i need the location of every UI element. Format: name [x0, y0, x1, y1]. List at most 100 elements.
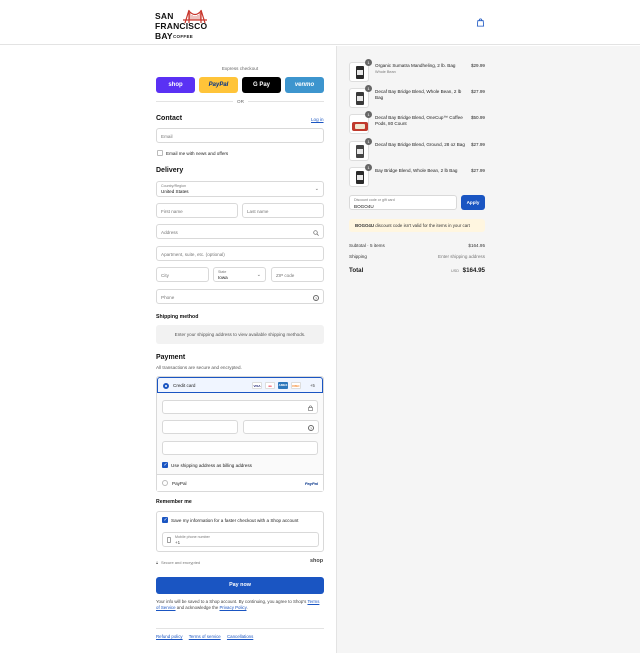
legal-text-2: and acknowledge the — [176, 605, 219, 610]
footer-links: Refund policy Terms of service Cancellat… — [156, 634, 258, 639]
first-name-placeholder: First name — [161, 209, 183, 214]
quantity-badge: 1 — [365, 164, 372, 171]
cart-item: 1 Decaf Bay Bridge Blend, Whole Bean, 2 … — [349, 85, 485, 110]
lock-icon: 🔒︎ — [156, 560, 159, 565]
state-select[interactable]: State Iowa ⌄ — [213, 267, 266, 282]
item-variant: Whole Bean — [375, 70, 396, 74]
delivery-title: Delivery — [156, 167, 184, 174]
paypal-label: PayPal — [172, 480, 187, 486]
venmo-button[interactable]: venmo — [285, 77, 324, 93]
bridge-icon — [183, 9, 207, 24]
first-name-field[interactable]: First name — [156, 203, 238, 218]
shipping-method-title: Shipping method — [156, 314, 199, 320]
city-placeholder: City — [161, 273, 169, 278]
apartment-placeholder: Apartment, suite, etc. (optional) — [161, 252, 225, 257]
legal-text-1: Your info will be saved to a Shop accoun… — [156, 599, 307, 604]
subtotal-label: Subtotal · 5 items — [349, 243, 385, 248]
cancellations-link[interactable]: Cancellations — [227, 634, 253, 639]
help-icon[interactable]: ? — [313, 294, 319, 301]
google-pay-button[interactable]: G Pay — [242, 77, 281, 93]
remember-me-box: Save my information for a faster checkou… — [156, 511, 324, 552]
logo-line-3: BAY — [155, 31, 173, 41]
security-code-field[interactable]: ? — [243, 420, 319, 434]
visa-icon: VISA — [252, 382, 262, 389]
header: SAN FRANCISCO BAY COFFEE — [0, 0, 640, 45]
mobile-phone-field[interactable]: Mobile phone number +1 — [162, 532, 319, 547]
footer-divider — [156, 628, 324, 629]
item-price: $27.99 — [470, 89, 485, 94]
mobile-value: +1 — [175, 540, 181, 545]
contact-title: Contact — [156, 115, 183, 122]
order-summary-panel — [336, 46, 640, 653]
paypal-button[interactable]: PayPal — [199, 77, 238, 93]
item-price: $27.99 — [470, 168, 485, 173]
newsletter-label: Email me with news and offers — [166, 150, 229, 156]
cart-item: 1 Bay Bridge Blend, Whole Bean, 2 lb Bag… — [349, 164, 485, 189]
discount-code-field[interactable]: Discount code or gift card BOGO4U — [349, 195, 457, 210]
shop-logo: shop — [310, 558, 324, 564]
lock-icon — [308, 405, 313, 411]
logo-line-1: SAN — [155, 11, 174, 21]
secure-label: Secure and encrypted — [161, 560, 201, 565]
paypal-option[interactable]: PayPal PayPal — [157, 474, 323, 491]
apply-button[interactable]: Apply — [461, 195, 485, 210]
save-info-label: Save my information for a faster checkou… — [171, 517, 299, 523]
phone-field[interactable]: Phone ? — [156, 289, 324, 304]
city-field[interactable]: City — [156, 267, 209, 282]
credit-card-radio[interactable] — [163, 382, 169, 389]
state-label: State — [218, 270, 227, 274]
zip-placeholder: ZIP code — [276, 273, 295, 278]
currency-label: USD — [450, 268, 459, 273]
country-select[interactable]: Country/Region United States ⌄ — [156, 181, 324, 197]
phone-placeholder: Phone — [161, 295, 175, 300]
address-field[interactable]: Address — [156, 224, 324, 239]
terms-of-service-link[interactable]: Terms of service — [189, 634, 221, 639]
email-placeholder: Email — [161, 134, 173, 139]
or-separator: OR — [233, 99, 248, 104]
item-price: $29.99 — [470, 63, 485, 68]
address-placeholder: Address — [161, 230, 178, 235]
billing-label: Use shipping address as billing address — [171, 462, 252, 468]
name-on-card-field[interactable] — [162, 441, 318, 455]
payment-subtitle: All transactions are secure and encrypte… — [156, 365, 242, 370]
billing-checkbox[interactable] — [162, 462, 168, 468]
newsletter-checkbox[interactable] — [157, 150, 163, 156]
paypal-radio[interactable] — [162, 480, 168, 486]
error-code: BOGO4U — [355, 223, 375, 228]
cart-item: 1 Decaf Bay Bridge Blend, Ground, 28 oz … — [349, 138, 485, 163]
privacy-link[interactable]: Privacy Policy — [220, 605, 247, 610]
discover-icon: DISC — [291, 382, 301, 389]
zip-field[interactable]: ZIP code — [271, 267, 324, 282]
last-name-field[interactable]: Last name — [242, 203, 324, 218]
last-name-placeholder: Last name — [247, 209, 269, 214]
state-value: Iowa — [218, 275, 228, 280]
chevron-down-icon: ⌄ — [256, 272, 261, 278]
refund-policy-link[interactable]: Refund policy — [156, 634, 183, 639]
credit-card-option[interactable]: Credit card VISA ●● AMEX DISC +5 — [157, 377, 323, 393]
chevron-down-icon: ⌄ — [314, 186, 319, 192]
cart-bag-icon[interactable] — [476, 18, 485, 27]
payment-options: Credit card VISA ●● AMEX DISC +5 ? Use s… — [156, 376, 324, 492]
paypal-logo: PayPal — [304, 481, 318, 486]
item-title: Decaf Bay Bridge Blend, Ground, 28 oz Ba… — [375, 142, 465, 147]
item-price: $50.99 — [470, 115, 485, 120]
login-link[interactable]: Log in — [311, 117, 324, 122]
item-title: Decaf Bay Bridge Blend, OneCup™ Coffee P… — [375, 115, 463, 126]
email-field[interactable]: Email — [156, 128, 324, 143]
help-icon[interactable]: ? — [308, 424, 314, 431]
cart-item: 1 Organic Sumatra Mandheling, 2 lb. Bag … — [349, 59, 485, 84]
apartment-field[interactable]: Apartment, suite, etc. (optional) — [156, 246, 324, 261]
expiration-field[interactable] — [162, 420, 238, 434]
mastercard-icon: ●● — [265, 382, 275, 389]
save-info-checkbox[interactable] — [162, 517, 168, 523]
pay-now-button[interactable]: Pay now — [156, 577, 324, 594]
quantity-badge: 1 — [365, 138, 372, 145]
card-number-field[interactable] — [162, 400, 318, 414]
subtotal-row: Subtotal · 5 items $164.95 — [349, 243, 485, 248]
item-title: Bay Bridge Blend, Whole Bean, 2 lb Bag — [375, 168, 458, 173]
store-logo[interactable]: SAN FRANCISCO BAY COFFEE — [155, 8, 211, 41]
shop-pay-button[interactable]: shop — [156, 77, 195, 93]
credit-card-label: Credit card — [173, 383, 196, 388]
amex-icon: AMEX — [278, 382, 288, 389]
item-name: Organic Sumatra Mandheling, 2 lb. Bag Wh… — [375, 63, 467, 75]
